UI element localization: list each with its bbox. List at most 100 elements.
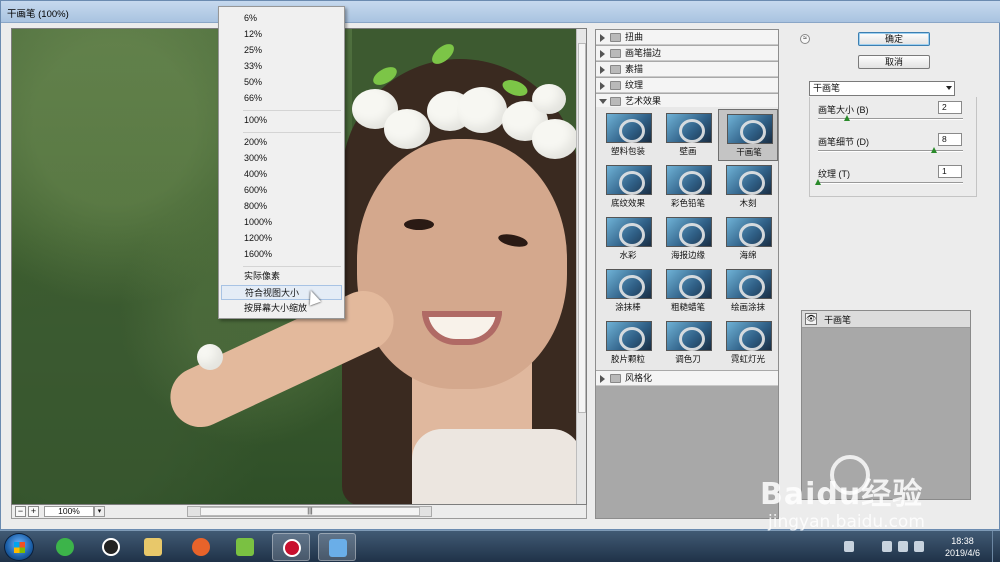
zoom-in-button[interactable]: +	[28, 506, 39, 517]
zoom-menu-item[interactable]: 50%	[221, 75, 342, 90]
filter-thumbnails: 塑料包装 壁画 干画笔 底纹效果 彩色铅笔 木刻 水彩 海报边缘 海绵 涂抹棒 …	[596, 107, 778, 370]
effect-layer-row[interactable]: 👁 干画笔	[802, 311, 970, 328]
clock[interactable]: 18:38 2019/4/6	[935, 535, 990, 559]
effect-layers: 👁 干画笔	[801, 310, 971, 500]
category-stylize[interactable]: 风格化	[596, 371, 778, 386]
filter-params: 画笔大小 (B) 2 画笔细节 (D) 8 纹理 (T) 1	[809, 97, 977, 197]
taskbar-app[interactable]	[226, 533, 264, 561]
zoom-menu-item[interactable]: 1000%	[221, 215, 342, 230]
filter-thumbnail	[666, 217, 712, 247]
taskbar-app[interactable]	[134, 533, 172, 561]
filter-tile[interactable]: 底纹效果	[598, 161, 658, 213]
param-value-input[interactable]: 2	[938, 101, 962, 114]
filter-tile[interactable]: 胶片颗粒	[598, 317, 658, 369]
filter-thumbnail	[666, 269, 712, 299]
zoom-menu-item[interactable]: 100%	[221, 113, 342, 128]
start-button[interactable]	[4, 533, 34, 561]
settings-panel: ≈ 确定 取消 干画笔 画笔大小 (B) 2 画笔细节 (D) 8 纹理 (T)…	[797, 29, 979, 519]
zoom-menu-item[interactable]: 25%	[221, 43, 342, 58]
param-label: 画笔细节 (D)	[818, 137, 869, 147]
network-icon[interactable]	[898, 541, 908, 552]
preview-flower	[532, 84, 566, 114]
filter-select[interactable]: 干画笔	[809, 81, 955, 96]
title-bar[interactable]: 干画笔 (100%)	[1, 1, 1000, 23]
param-slider-track[interactable]	[818, 150, 963, 152]
filter-tile[interactable]: 霓虹灯光	[718, 317, 778, 369]
taskbar-app-active[interactable]	[318, 533, 356, 561]
filter-thumbnail	[726, 165, 772, 195]
horizontal-scroll-thumb[interactable]: |||	[200, 507, 420, 516]
filter-tile[interactable]: 海绵	[718, 213, 778, 265]
zoom-value-field[interactable]: 100%	[44, 506, 94, 517]
zoom-menu-item[interactable]: 1600%	[221, 247, 342, 262]
expand-arrow-icon	[600, 66, 605, 74]
zoom-menu-item[interactable]: 300%	[221, 151, 342, 166]
zoom-menu-item[interactable]: 6%	[221, 11, 342, 26]
zoom-menu-item-actual-pixels[interactable]: 实际像素	[221, 269, 342, 284]
keyboard-icon[interactable]	[844, 541, 854, 552]
param-value-input[interactable]: 1	[938, 165, 962, 178]
cancel-button[interactable]: 取消	[858, 55, 930, 69]
preview-horizontal-scrollbar[interactable]: |||	[187, 506, 432, 517]
zoom-menu-item[interactable]: 400%	[221, 167, 342, 182]
preview-vertical-scrollbar[interactable]	[576, 29, 586, 504]
zoom-menu-item[interactable]: 1200%	[221, 231, 342, 246]
filter-tile[interactable]: 塑料包装	[598, 109, 658, 161]
filter-tile[interactable]: 调色刀	[658, 317, 718, 369]
filter-tile[interactable]: 木刻	[718, 161, 778, 213]
filter-tile[interactable]: 海报边缘	[658, 213, 718, 265]
vertical-scroll-thumb[interactable]	[578, 43, 586, 413]
volume-icon[interactable]	[914, 541, 924, 552]
zoom-menu-item[interactable]: 66%	[221, 91, 342, 106]
category-texture[interactable]: 纹理	[596, 78, 778, 93]
preview-flower	[384, 109, 430, 149]
filter-name: 塑料包装	[610, 146, 645, 156]
taskbar-app[interactable]	[46, 533, 84, 561]
zoom-menu-item-fit-screen[interactable]: 按屏幕大小缩放	[221, 301, 342, 316]
media-icon	[236, 538, 254, 556]
filter-thumbnail	[666, 321, 712, 351]
zoom-menu-item-fit-view[interactable]: 符合视图大小	[221, 285, 342, 300]
param-slider-knob[interactable]	[931, 147, 937, 153]
zoom-menu-item[interactable]: 12%	[221, 27, 342, 42]
zoom-menu-item[interactable]: 600%	[221, 183, 342, 198]
category-distort[interactable]: 扭曲	[596, 30, 778, 45]
window-title: 干画笔 (100%)	[7, 9, 69, 20]
zoom-menu-item[interactable]: 33%	[221, 59, 342, 74]
filter-tile[interactable]: 涂抹棒	[598, 265, 658, 317]
category-brush-strokes[interactable]: 画笔描边	[596, 46, 778, 61]
zoom-out-button[interactable]: −	[15, 506, 26, 517]
filter-thumbnail	[727, 114, 773, 144]
zoom-dropdown-button[interactable]: ▾	[94, 506, 105, 517]
filter-select-value: 干画笔	[813, 83, 841, 93]
filter-name: 木刻	[739, 198, 757, 208]
show-desktop-button[interactable]	[992, 531, 1000, 562]
zoom-menu-item[interactable]: 800%	[221, 199, 342, 214]
taskbar-app[interactable]	[272, 533, 310, 561]
browser-icon	[56, 538, 74, 556]
taskbar-app[interactable]	[92, 533, 130, 561]
param-slider-track[interactable]	[818, 118, 963, 120]
param-value-input[interactable]: 8	[938, 133, 962, 146]
usb-icon[interactable]	[882, 541, 892, 552]
category-sketch[interactable]: 素描	[596, 62, 778, 77]
param-slider-knob[interactable]	[844, 115, 850, 121]
filter-name: 底纹效果	[610, 198, 645, 208]
param-slider-track[interactable]	[818, 182, 963, 184]
filter-tile[interactable]: 彩色铅笔	[658, 161, 718, 213]
taskbar-app[interactable]	[182, 533, 220, 561]
filter-tile[interactable]: 绘画涂抹	[718, 265, 778, 317]
menu-separator	[243, 110, 341, 111]
param-slider-knob[interactable]	[815, 179, 821, 185]
filter-tile[interactable]: 壁画	[658, 109, 718, 161]
folder-icon	[610, 65, 621, 74]
eye-icon[interactable]: 👁	[805, 313, 817, 325]
filter-name: 水彩	[619, 250, 637, 260]
zoom-menu-item[interactable]: 200%	[221, 135, 342, 150]
filter-name: 干画笔	[736, 147, 762, 157]
ok-button[interactable]: 确定	[858, 32, 930, 46]
filter-tile[interactable]: 粗糙蜡笔	[658, 265, 718, 317]
filter-tile[interactable]: 水彩	[598, 213, 658, 265]
collapse-gallery-icon[interactable]: ≈	[800, 34, 810, 44]
filter-tile-selected[interactable]: 干画笔	[718, 109, 778, 161]
